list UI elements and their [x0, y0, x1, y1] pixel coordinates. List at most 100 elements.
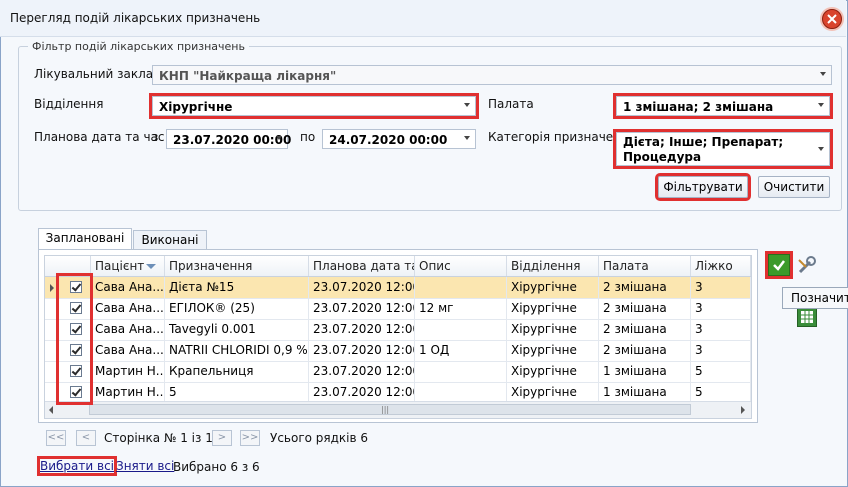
select-all-link[interactable]: Вибрати всі: [36, 456, 118, 476]
date-label: Планова дата та час: [34, 130, 165, 144]
tab-completed[interactable]: Виконані: [133, 230, 207, 250]
cell-patient: Мартин Н...: [91, 382, 165, 403]
horizontal-scrollbar[interactable]: |||: [45, 401, 751, 418]
cell-patient: Сава Ана...: [91, 319, 165, 340]
cell-assignment: NATRII CHLORIDI 0,9 %,...: [165, 340, 309, 361]
cell-date: 23.07.2020 12:00: [309, 340, 415, 361]
deselect-all-link[interactable]: Зняти всі: [116, 459, 174, 473]
table-row[interactable]: Сава Ана... ЕГІЛОК® (25) 23.07.2020 12:00 1…: [45, 298, 751, 320]
mark-done-button[interactable]: [765, 251, 793, 279]
close-button[interactable]: [822, 9, 842, 29]
pager-first-button[interactable]: <<: [46, 430, 66, 446]
cell-date: 23.07.2020 12:00: [309, 277, 415, 298]
pager-page-text: Сторінка № 1 із 1: [104, 431, 213, 445]
tooltip: Позначити: [782, 287, 848, 309]
table-row[interactable]: Сава Ана... NATRII CHLORIDI 0,9 %,... 23.0…: [45, 340, 751, 362]
pager-prev-button[interactable]: <: [76, 430, 96, 446]
cell-date: 23.07.2020 12:00: [309, 382, 415, 403]
sort-desc-icon: [146, 264, 156, 269]
scroll-left-icon[interactable]: [49, 406, 53, 414]
header-patient[interactable]: Пацієнт: [91, 256, 165, 276]
facility-select[interactable]: КНП "Найкраща лікарня": [152, 65, 832, 85]
cell-ward: 2 змішана: [599, 277, 691, 298]
ward-label: Палата: [488, 97, 534, 111]
cell-department: Хірургічне: [507, 361, 599, 382]
department-label: Відділення: [34, 97, 104, 111]
cell-description: 1 ОД: [415, 340, 507, 361]
tab-planned[interactable]: Заплановані: [38, 228, 132, 250]
cell-department: Хірургічне: [507, 298, 599, 319]
cell-bed: 5: [691, 382, 751, 403]
pager-next-button[interactable]: >: [212, 430, 232, 446]
header-ward[interactable]: Палата: [599, 256, 691, 276]
cell-bed: 3: [691, 340, 751, 361]
cell-department: Хірургічне: [507, 319, 599, 340]
window-title: Перегляд подій лікарських призначень: [10, 11, 261, 25]
facility-label: Лікувальний заклад: [34, 67, 162, 81]
cell-description: 12 мг: [415, 298, 507, 319]
scroll-right-icon[interactable]: [741, 406, 745, 414]
cell-department: Хірургічне: [507, 340, 599, 361]
cell-bed: 5: [691, 361, 751, 382]
row-indicator-icon: [50, 284, 54, 292]
chevron-down-icon: [820, 72, 826, 76]
cell-description: [415, 319, 507, 340]
cell-patient: Сава Ана...: [91, 277, 165, 298]
facility-value: КНП "Найкраща лікарня": [159, 69, 337, 83]
cell-bed: 3: [691, 319, 751, 340]
checkbox-column-highlight: [56, 273, 93, 405]
header-department[interactable]: Відділення: [507, 256, 599, 276]
pager-last-button[interactable]: >>: [240, 430, 260, 446]
category-select[interactable]: Дієта; Інше; Препарат; Процедура: [613, 129, 833, 169]
cell-patient: Мартин Н...: [91, 361, 165, 382]
category-value-line2: Процедура: [623, 150, 702, 164]
date-to-field[interactable]: 24.07.2020 00:00: [322, 129, 476, 149]
check-icon: [773, 260, 785, 271]
cell-bed: 3: [691, 298, 751, 319]
table-row[interactable]: Сава Ана... Tavegyli 0.001 23.07.2020 12:0…: [45, 319, 751, 341]
chevron-down-icon: [464, 103, 470, 107]
ward-select[interactable]: 1 змішана; 2 змішана: [613, 93, 833, 119]
pager-total-text: Усього рядків 6: [270, 431, 369, 445]
table-row[interactable]: Мартин Н... Крапельниця 23.07.2020 12:00 Хі…: [45, 361, 751, 383]
header-bed[interactable]: Ліжко: [691, 256, 751, 276]
cell-bed: 3: [691, 277, 751, 298]
table-row[interactable]: Сава Ана... Дієта №15 23.07.2020 12:00 Хіру…: [45, 277, 751, 299]
department-select[interactable]: Хірургічне: [149, 93, 479, 119]
date-from-field[interactable]: 23.07.2020 00:00: [166, 129, 292, 149]
cell-patient: Сава Ана...: [91, 340, 165, 361]
wrench-icon: [798, 256, 816, 274]
cell-assignment: Tavegyli 0.001: [165, 319, 309, 340]
filter-legend: Фільтр подій лікарських призначень: [28, 40, 249, 53]
header-patient-label: Пацієнт: [95, 259, 145, 273]
header-description[interactable]: Опис: [415, 256, 507, 276]
date-to-label: по: [300, 130, 316, 144]
grip-icon: |||: [381, 405, 390, 414]
cell-description: [415, 382, 507, 403]
export-button[interactable]: [797, 307, 817, 327]
header-date[interactable]: Планова дата та ч: [309, 256, 415, 276]
cell-description: [415, 277, 507, 298]
cell-date: 23.07.2020 12:00: [309, 298, 415, 319]
date-from-value: 23.07.2020 00:00: [173, 133, 292, 147]
tools-button[interactable]: [795, 254, 817, 276]
close-icon: [827, 14, 837, 24]
chevron-down-icon: [464, 136, 470, 140]
cell-ward: 2 змішана: [599, 319, 691, 340]
cell-date: 23.07.2020 12:00: [309, 319, 415, 340]
chevron-down-icon: [818, 103, 824, 107]
header-assignment[interactable]: Призначення: [165, 256, 309, 276]
filter-button[interactable]: Фільтрувати: [655, 173, 751, 201]
ward-value: 1 змішана; 2 змішана: [623, 100, 774, 114]
spreadsheet-icon: [801, 311, 813, 323]
header-checkbox-column: [45, 256, 91, 276]
cell-ward: 1 змішана: [599, 361, 691, 382]
category-value-line1: Дієта; Інше; Препарат;: [623, 135, 784, 149]
chevron-down-icon: [276, 136, 282, 140]
cell-assignment: Крапельниця: [165, 361, 309, 382]
department-value: Хірургічне: [159, 100, 233, 114]
clear-button[interactable]: Очистити: [758, 176, 830, 198]
cell-ward: 2 змішана: [599, 298, 691, 319]
events-grid: Пацієнт Призначення Планова дата та ч Оп…: [44, 255, 752, 419]
scroll-thumb[interactable]: [89, 404, 691, 415]
